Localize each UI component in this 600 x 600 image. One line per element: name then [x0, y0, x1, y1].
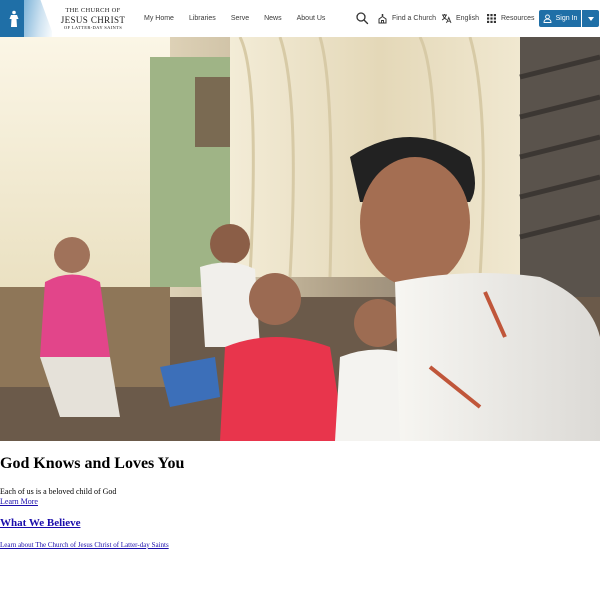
nav-libraries[interactable]: Libraries	[189, 15, 216, 22]
main-nav: My Home Libraries Serve News About Us	[144, 0, 340, 37]
user-icon	[543, 14, 552, 23]
nav-about-us[interactable]: About Us	[297, 15, 326, 22]
logo-line-1: THE CHURCH OF	[65, 7, 121, 14]
language-label: English	[456, 15, 479, 22]
language-selector[interactable]: English	[441, 0, 479, 37]
hero-image	[0, 37, 600, 441]
christus-statue-icon	[9, 10, 19, 27]
nav-my-home[interactable]: My Home	[144, 15, 174, 22]
logo-fade	[24, 0, 52, 37]
church-logo-text[interactable]: THE CHURCH OF JESUS CHRIST OF LATTER-DAY…	[58, 7, 128, 30]
logo-line-3: OF LATTER-DAY SAINTS	[63, 24, 123, 30]
nav-serve[interactable]: Serve	[231, 15, 249, 22]
find-a-church-label: Find a Church	[392, 15, 436, 22]
sign-in-button[interactable]: Sign In	[539, 10, 581, 27]
resources-label: Resources	[501, 15, 535, 22]
sign-in-label: Sign In	[555, 15, 578, 22]
learn-more-link[interactable]: Learn More	[0, 497, 600, 506]
translate-icon	[441, 14, 452, 24]
logo-line-2: JESUS CHRIST	[60, 14, 126, 25]
page-subtitle: Each of us is a beloved child of God	[0, 487, 117, 496]
family-photo	[0, 37, 600, 441]
nav-news[interactable]: News	[264, 15, 282, 22]
grid-icon	[487, 14, 496, 23]
church-logo-mark[interactable]	[0, 0, 52, 37]
what-we-believe-link[interactable]: What We Believe	[0, 517, 600, 529]
search-icon[interactable]	[355, 11, 369, 25]
find-a-church-button[interactable]: Find a Church	[377, 0, 436, 37]
resources-button[interactable]: Resources	[486, 0, 534, 37]
main-content: God Knows and Loves You Each of us is a …	[0, 455, 600, 549]
site-header: THE CHURCH OF JESUS CHRIST OF LATTER-DAY…	[0, 0, 600, 37]
church-icon	[378, 14, 387, 24]
learn-about-church-link[interactable]: Learn about The Church of Jesus Christ o…	[0, 541, 600, 549]
page-title: God Knows and Loves You	[0, 455, 185, 472]
sign-in-dropdown[interactable]	[582, 10, 599, 27]
chevron-down-icon	[587, 16, 594, 21]
